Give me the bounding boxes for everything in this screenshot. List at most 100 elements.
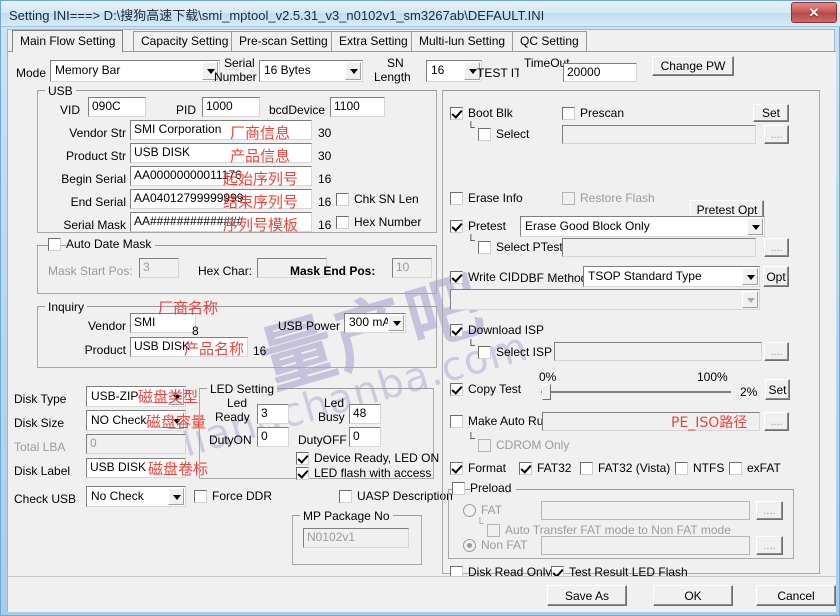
- led-busy-label-line1: Led: [324, 396, 345, 410]
- checkbox-box: [450, 415, 463, 428]
- chevron-down-icon[interactable]: [742, 268, 758, 285]
- tab-main-flow-setting[interactable]: Main Flow Setting: [12, 30, 124, 52]
- duty-on-field[interactable]: 0: [257, 427, 289, 447]
- checkbox-box: [452, 482, 465, 495]
- pretest-select[interactable]: Erase Good Block Only: [520, 216, 765, 237]
- checkbox-box: [48, 238, 61, 251]
- copy-test-slider[interactable]: [541, 383, 731, 401]
- tab-pre-scan-setting[interactable]: Pre-scan Setting: [231, 31, 336, 51]
- timeout-field[interactable]: 20000: [563, 63, 637, 82]
- bcd-device-label: bcdDevice: [269, 103, 326, 117]
- preload-non-fat-browse-button[interactable]: ....: [756, 536, 783, 555]
- copy-test-set-button[interactable]: Set: [765, 379, 790, 400]
- dbf-method-select[interactable]: TSOP Standard Type: [583, 266, 760, 287]
- select-ptest-path-field[interactable]: [562, 238, 756, 257]
- duty-off-label: DutyOFF: [298, 433, 347, 447]
- mp-package-no-field[interactable]: N0102v1: [303, 528, 409, 548]
- tab-qc-setting[interactable]: QC Setting: [512, 31, 587, 51]
- preload-fat-path-field[interactable]: [541, 501, 750, 520]
- copy-test-value-label: 2%: [740, 385, 758, 399]
- tab-multi-lun-setting[interactable]: Multi-lun Setting: [411, 31, 514, 51]
- begin-serial-field[interactable]: AA00000000011176: [130, 166, 312, 186]
- inquiry-group-label: Inquiry: [45, 300, 88, 314]
- total-lba-label: Total LBA: [14, 440, 66, 454]
- cdrom-only-label: CDROM Only: [496, 438, 570, 452]
- close-icon: ✕: [808, 5, 820, 20]
- chevron-down-icon[interactable]: [168, 488, 184, 505]
- led-ready-field[interactable]: 3: [257, 404, 289, 424]
- check-usb-select[interactable]: No Check: [86, 486, 186, 507]
- begin-serial-label: Begin Serial: [61, 172, 126, 186]
- checkbox-box: [478, 128, 491, 141]
- serial-number-select[interactable]: 16 Bytes: [259, 60, 363, 82]
- disk-label-field[interactable]: USB DISK: [86, 458, 186, 478]
- cid-opt-button[interactable]: Opt: [763, 266, 789, 287]
- duty-off-field[interactable]: 0: [349, 427, 381, 447]
- usb-power-select[interactable]: 300 mA: [344, 313, 406, 333]
- slider-thumb[interactable]: [542, 384, 551, 400]
- select-isp-path-field[interactable]: [554, 342, 762, 361]
- led-ready-label-line2: Ready: [215, 410, 250, 424]
- vendor-str-field[interactable]: SMI Corporation: [130, 120, 312, 140]
- select-path-field[interactable]: [562, 125, 756, 144]
- close-button[interactable]: ✕: [791, 2, 837, 23]
- serial-mask-label: Serial Mask: [63, 218, 126, 232]
- led-busy-field[interactable]: 48: [349, 404, 381, 424]
- chevron-down-icon[interactable]: [742, 291, 758, 308]
- checkbox-box: [336, 193, 349, 206]
- chevron-down-icon[interactable]: [345, 62, 361, 80]
- ok-button[interactable]: OK: [653, 585, 733, 606]
- make-auto-run-path-field[interactable]: [542, 412, 760, 431]
- disk-type-select[interactable]: USB-ZIP: [86, 386, 186, 407]
- mp-package-no-group-label: MP Package No: [300, 509, 393, 523]
- format-label: Format: [468, 461, 507, 475]
- radio-dot: [463, 504, 476, 517]
- make-auto-run-label: Make Auto Run: [468, 414, 551, 428]
- product-str-label: Product Str: [65, 149, 126, 163]
- mask-start-pos-field[interactable]: 3: [139, 258, 179, 278]
- pid-field[interactable]: 1000: [202, 97, 260, 117]
- preload-non-fat-label: Non FAT: [481, 538, 528, 552]
- prescan-set-button[interactable]: Set: [753, 104, 789, 122]
- serial-number-value: 16 Bytes: [264, 63, 311, 77]
- preload-fat-label: FAT: [481, 503, 503, 517]
- check-usb-label: Check USB: [14, 492, 77, 506]
- force-ddr-label: Force DDR: [212, 489, 273, 503]
- total-lba-field[interactable]: 0: [86, 434, 186, 454]
- tab-extra-setting[interactable]: Extra Setting: [331, 31, 416, 51]
- select-browse-button[interactable]: ....: [764, 125, 789, 144]
- end-serial-field[interactable]: AA04012799999999: [130, 189, 312, 209]
- chevron-down-icon[interactable]: [168, 388, 184, 405]
- chevron-down-icon[interactable]: [388, 315, 404, 331]
- client-area: Main Flow Setting Capacity Setting Pre-s…: [7, 29, 836, 612]
- vid-field[interactable]: 090C: [88, 97, 146, 117]
- product-str-field[interactable]: USB DISK: [130, 143, 312, 163]
- preload-fat-browse-button[interactable]: ....: [756, 501, 783, 520]
- cid-extra-select[interactable]: [450, 289, 760, 310]
- checkbox-box: [194, 490, 207, 503]
- mode-select[interactable]: Memory Bar: [50, 60, 220, 82]
- chevron-down-icon[interactable]: [168, 412, 184, 429]
- cancel-button[interactable]: Cancel: [756, 585, 836, 606]
- bcd-device-field[interactable]: 1100: [330, 97, 385, 117]
- select-ptest-browse-button[interactable]: ....: [764, 238, 789, 257]
- tab-capacity-setting[interactable]: Capacity Setting: [133, 31, 237, 51]
- serial-mask-field[interactable]: AA##############: [130, 212, 312, 232]
- disk-size-select[interactable]: NO Check: [86, 410, 186, 431]
- sn-length-select[interactable]: 16: [426, 60, 482, 82]
- make-auto-run-browse-button[interactable]: ....: [764, 412, 789, 431]
- mask-end-pos-field[interactable]: 10: [392, 258, 432, 278]
- checkbox-box: [675, 462, 688, 475]
- write-cid-label: Write CID: [468, 270, 520, 284]
- checkbox-box: [450, 220, 463, 233]
- select-ptest-label: Select PTest: [496, 240, 563, 254]
- select-isp-browse-button[interactable]: ....: [764, 342, 789, 361]
- preload-non-fat-path-field[interactable]: [541, 536, 750, 555]
- inquiry-product-field[interactable]: USB DISK: [130, 337, 248, 357]
- save-as-button[interactable]: Save As: [547, 585, 627, 606]
- change-pw-button[interactable]: Change PW: [652, 56, 734, 76]
- preload-label: Preload: [470, 481, 517, 495]
- inquiry-vendor-field[interactable]: SMI: [130, 313, 196, 333]
- prescan-label: Prescan: [580, 106, 625, 120]
- chevron-down-icon[interactable]: [747, 218, 763, 235]
